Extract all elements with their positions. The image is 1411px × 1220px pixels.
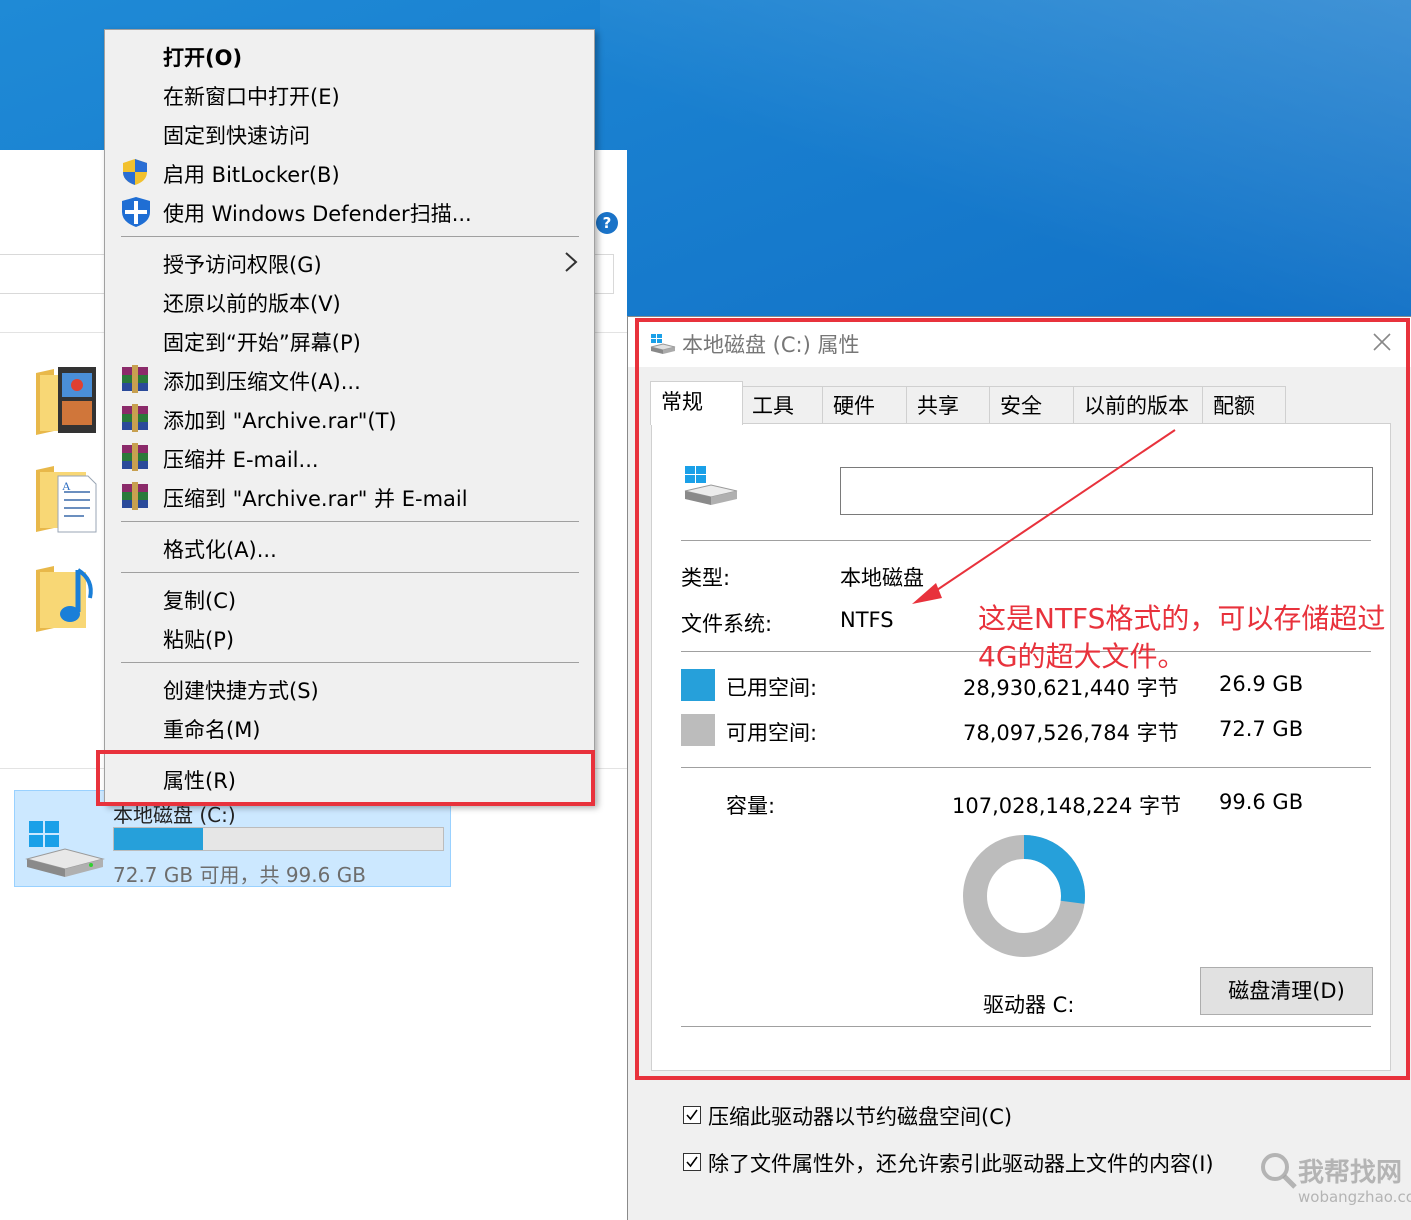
menu-item-label: 固定到快速访问 xyxy=(163,124,310,148)
menu-item-open-new-window[interactable]: 在新窗口中打开(E) xyxy=(105,75,594,113)
menu-separator xyxy=(121,662,579,663)
menu-item-label: 添加到 "Archive.rar"(T) xyxy=(163,409,397,433)
menu-item-label: 格式化(A)... xyxy=(163,538,277,562)
menu-item-add-to-archive-rar[interactable]: 添加到 "Archive.rar"(T) xyxy=(105,399,594,437)
menu-item-rename[interactable]: 重命名(M) xyxy=(105,708,594,746)
drive-icon xyxy=(25,819,105,883)
desktop-light-streak xyxy=(600,0,1411,330)
drive-usage-fill xyxy=(114,828,203,850)
menu-item-compress-rar-email[interactable]: 压缩到 "Archive.rar" 并 E-mail xyxy=(105,477,594,515)
compress-drive-label: 压缩此驱动器以节约磁盘空间(C) xyxy=(708,1105,1013,1129)
menu-separator xyxy=(121,521,579,522)
winrar-icon xyxy=(121,404,149,432)
winrar-icon xyxy=(121,365,149,393)
defender-shield-icon xyxy=(121,197,150,227)
menu-item-pin-quick-access[interactable]: 固定到快速访问 xyxy=(105,114,594,152)
menu-item-open[interactable]: 打开(O) xyxy=(105,36,594,74)
menu-item-label: 创建快捷方式(S) xyxy=(163,679,319,703)
menu-item-label: 复制(C) xyxy=(163,589,237,613)
menu-item-paste[interactable]: 粘贴(P) xyxy=(105,618,594,656)
watermark: 我帮找网 wobangzhao.com xyxy=(1258,1150,1411,1218)
menu-item-label: 启用 BitLocker(B) xyxy=(163,163,340,187)
menu-item-compress-email[interactable]: 压缩并 E-mail... xyxy=(105,438,594,476)
menu-item-label: 重命名(M) xyxy=(163,718,261,742)
menu-item-label: 在新窗口中打开(E) xyxy=(163,85,340,109)
help-icon[interactable]: ? xyxy=(596,212,618,234)
annotation-line-1: 这是NTFS格式的，可以存储超过 xyxy=(978,602,1386,635)
menu-item-label: 打开(O) xyxy=(163,46,243,70)
menu-item-label: 授予访问权限(G) xyxy=(163,253,322,277)
menu-item-pin-start[interactable]: 固定到“开始”屏幕(P) xyxy=(105,321,594,359)
watermark-url: wobangzhao.com xyxy=(1298,1188,1411,1206)
documents-folder-icon[interactable]: A xyxy=(34,462,98,534)
menu-item-bitlocker[interactable]: 启用 BitLocker(B) xyxy=(105,153,594,191)
menu-item-label: 粘贴(P) xyxy=(163,628,235,652)
music-folder-icon[interactable] xyxy=(34,562,98,634)
menu-item-label: 还原以前的版本(V) xyxy=(163,292,341,316)
watermark-text: 我帮找网 xyxy=(1298,1158,1403,1188)
context-menu: 打开(O) 在新窗口中打开(E) 固定到快速访问 启用 BitLocker(B)… xyxy=(104,29,595,805)
menu-separator xyxy=(121,572,579,573)
winrar-icon xyxy=(121,482,149,510)
magnifier-icon xyxy=(1261,1153,1297,1189)
annotation-note: 这是NTFS格式的，可以存储超过 4G的超大文件。 xyxy=(978,600,1398,676)
tab-general[interactable]: 常规 xyxy=(650,381,743,425)
drive-usage-bar xyxy=(113,827,444,851)
videos-folder-icon[interactable] xyxy=(34,365,98,437)
index-contents-label: 除了文件属性外，还允许索引此驱动器上文件的内容(I) xyxy=(708,1152,1214,1176)
menu-item-give-access[interactable]: 授予访问权限(G) xyxy=(105,243,594,281)
menu-item-restore-versions[interactable]: 还原以前的版本(V) xyxy=(105,282,594,320)
chevron-right-icon xyxy=(564,251,578,272)
highlight-dialog xyxy=(635,318,1410,1080)
svg-text:A: A xyxy=(62,479,71,493)
index-contents-checkbox[interactable] xyxy=(683,1153,701,1171)
drive-free-text: 72.7 GB 可用，共 99.6 GB xyxy=(113,863,366,887)
menu-item-create-shortcut[interactable]: 创建快捷方式(S) xyxy=(105,669,594,707)
menu-item-add-to-archive[interactable]: 添加到压缩文件(A)... xyxy=(105,360,594,398)
annotation-line-2: 4G的超大文件。 xyxy=(978,640,1186,673)
menu-item-label: 压缩到 "Archive.rar" 并 E-mail xyxy=(163,487,468,511)
compress-drive-checkbox[interactable] xyxy=(683,1106,701,1124)
menu-item-label: 固定到“开始”屏幕(P) xyxy=(163,331,361,355)
menu-item-copy[interactable]: 复制(C) xyxy=(105,579,594,617)
menu-separator xyxy=(121,236,579,237)
uac-shield-icon xyxy=(121,158,149,186)
menu-item-format[interactable]: 格式化(A)... xyxy=(105,528,594,566)
menu-item-label: 使用 Windows Defender扫描... xyxy=(163,202,472,226)
menu-item-label: 压缩并 E-mail... xyxy=(163,448,319,472)
winrar-icon xyxy=(121,443,149,471)
menu-item-label: 添加到压缩文件(A)... xyxy=(163,370,361,394)
menu-item-defender-scan[interactable]: 使用 Windows Defender扫描... xyxy=(105,192,594,230)
highlight-properties-item xyxy=(96,750,595,806)
